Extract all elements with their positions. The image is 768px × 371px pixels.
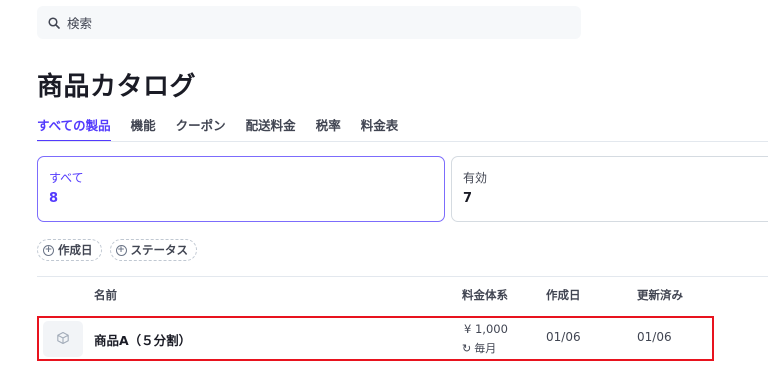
tab-tax-rates[interactable]: 税率 — [316, 112, 341, 142]
summary-card-all[interactable]: すべて 8 — [37, 156, 445, 222]
product-thumbnail — [43, 321, 83, 357]
product-name[interactable]: 商品A（５分割） — [94, 330, 191, 349]
product-price: ¥ 1,000 — [464, 322, 508, 336]
tab-shipping-rates[interactable]: 配送料金 — [246, 112, 296, 142]
billing-interval: ↻ 毎月 — [462, 340, 496, 356]
plus-circle-icon: + — [43, 244, 54, 256]
summary-card-label: すべて — [49, 171, 84, 185]
column-header-pricing[interactable]: 料金体系 — [462, 287, 508, 303]
billing-interval-label: 毎月 — [474, 342, 497, 355]
filter-divider — [37, 276, 768, 277]
summary-card-count: 7 — [463, 191, 473, 206]
column-header-created[interactable]: 作成日 — [546, 287, 581, 303]
column-header-name[interactable]: 名前 — [94, 287, 117, 303]
tab-bar: すべての製品 機能 クーポン 配送料金 税率 料金表 — [37, 112, 418, 142]
created-date: 01/06 — [546, 330, 581, 344]
column-header-updated[interactable]: 更新済み — [637, 287, 683, 303]
recurring-icon: ↻ — [462, 341, 472, 355]
tab-features[interactable]: 機能 — [131, 112, 156, 142]
filter-status[interactable]: + ステータス — [109, 239, 197, 261]
summary-card-active[interactable]: 有効 7 — [451, 156, 768, 222]
filter-label: ステータス — [130, 243, 189, 257]
summary-card-label: 有効 — [463, 171, 488, 185]
filter-bar: + 作成日 + ステータス — [37, 239, 205, 261]
search-icon — [48, 16, 60, 29]
search-placeholder: 検索 — [67, 16, 93, 31]
filter-created-date[interactable]: + 作成日 — [37, 239, 102, 261]
page-title: 商品カタログ — [37, 72, 197, 102]
filter-label: 作成日 — [58, 243, 93, 257]
updated-date: 01/06 — [637, 330, 672, 344]
search-bar[interactable]: 検索 — [37, 6, 581, 39]
cube-icon — [56, 330, 70, 349]
tab-all-products[interactable]: すべての製品 — [37, 112, 111, 142]
tab-divider — [37, 141, 768, 142]
plus-circle-icon: + — [115, 244, 127, 256]
tab-coupons[interactable]: クーポン — [176, 112, 226, 142]
summary-card-count: 8 — [49, 191, 59, 206]
tab-pricing-tables[interactable]: 料金表 — [361, 112, 399, 142]
